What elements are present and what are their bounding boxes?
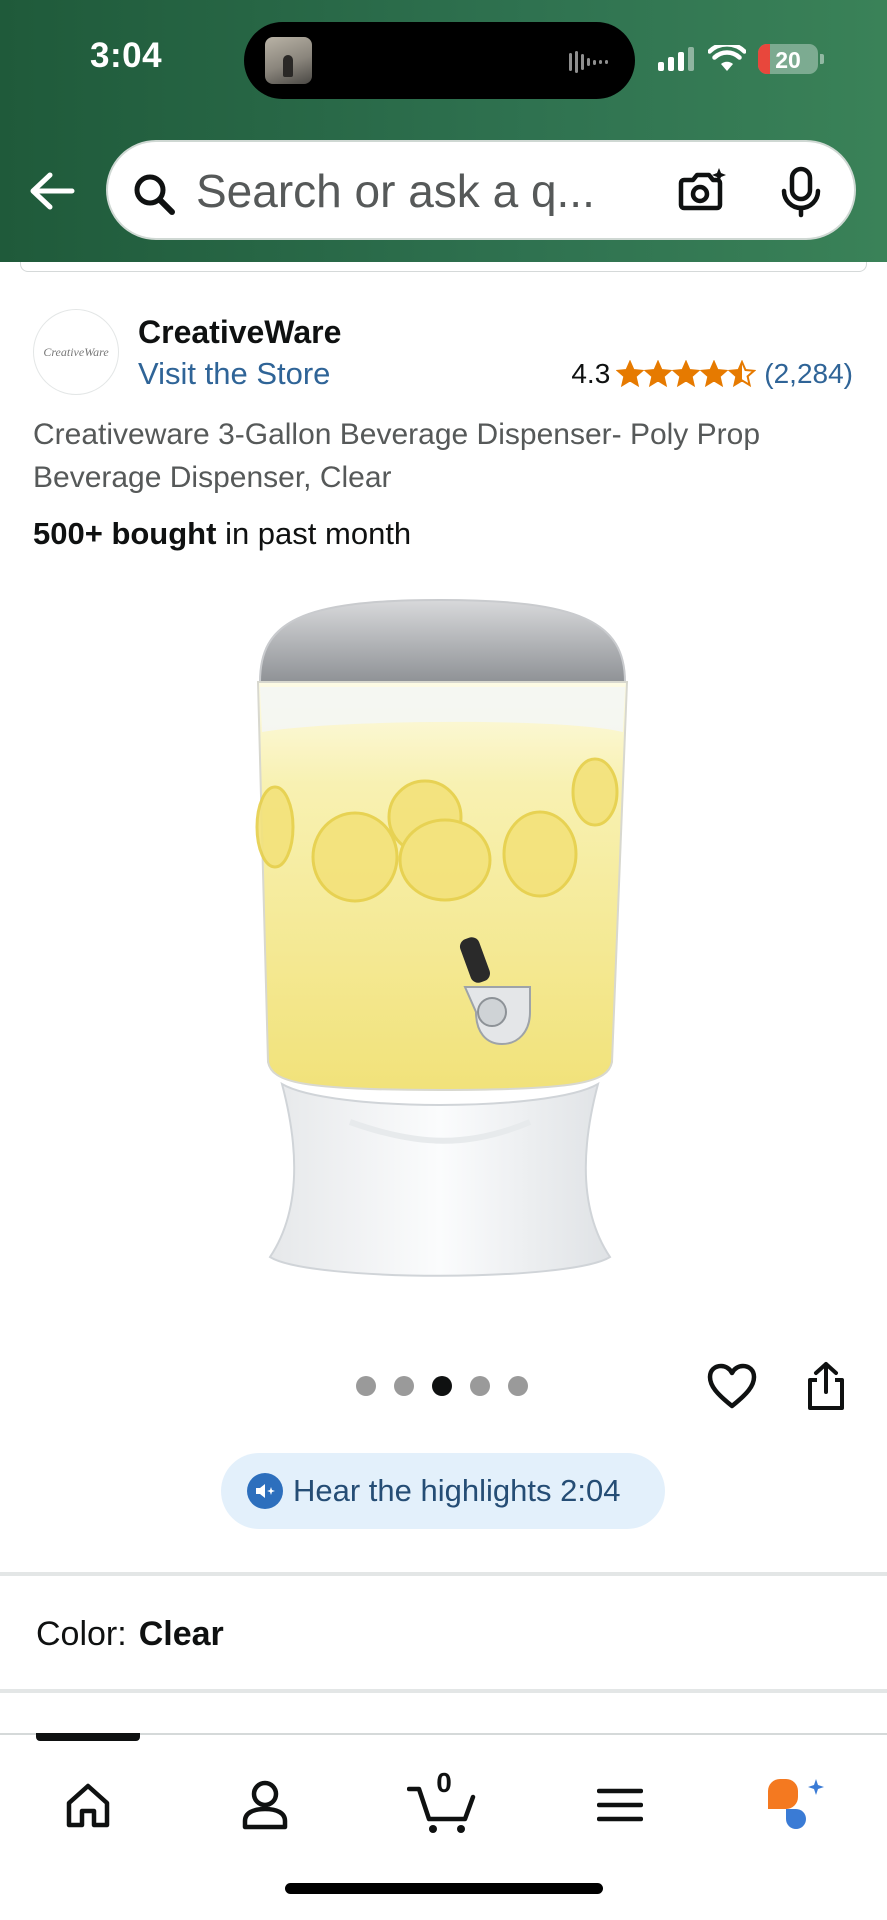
- status-time: 3:04: [90, 36, 163, 75]
- audio-waveform-icon: [569, 51, 608, 73]
- visit-store-link[interactable]: Visit the Store: [138, 356, 330, 392]
- rufus-assistant-icon: [768, 1779, 824, 1829]
- cellular-signal-icon: [658, 47, 694, 71]
- purchase-count-bold: 500+ bought: [33, 516, 217, 551]
- star-rating: [616, 360, 757, 388]
- brand-name: CreativeWare: [138, 314, 342, 350]
- microphone-icon[interactable]: [780, 166, 822, 218]
- rating-count[interactable]: (2,284): [764, 358, 853, 390]
- carousel-dot[interactable]: [432, 1376, 452, 1396]
- carousel-dot[interactable]: [508, 1376, 528, 1396]
- nav-menu[interactable]: [584, 1773, 656, 1837]
- nav-cart[interactable]: 0: [406, 1767, 478, 1837]
- carousel-dot[interactable]: [470, 1376, 490, 1396]
- section-divider: [0, 1689, 887, 1693]
- menu-icon: [597, 1788, 643, 1822]
- audio-sparkle-icon: [247, 1473, 283, 1509]
- section-divider: [0, 1572, 887, 1576]
- share-icon: [808, 1362, 844, 1410]
- search-icon: [134, 174, 175, 215]
- account-icon: [242, 1780, 288, 1830]
- hear-highlights-button[interactable]: Hear the highlights 2:04: [221, 1453, 665, 1529]
- star-icon: [616, 360, 645, 388]
- product-image[interactable]: [240, 592, 640, 1292]
- rating-value: 4.3: [571, 358, 611, 389]
- battery-icon: 20: [758, 44, 824, 74]
- carousel-dot[interactable]: [356, 1376, 376, 1396]
- color-selector[interactable]: Color: Clear: [36, 1615, 224, 1654]
- visual-search-camera-icon[interactable]: [676, 166, 728, 218]
- heart-icon: [707, 1363, 757, 1409]
- purchase-count-rest: in past month: [216, 516, 412, 551]
- collapsed-banner-edge: [20, 262, 867, 272]
- home-icon: [66, 1783, 110, 1828]
- image-carousel-dots[interactable]: [356, 1376, 528, 1396]
- hear-highlights-label: Hear the highlights 2:04: [293, 1473, 621, 1508]
- brand-logo[interactable]: CreativeWare: [33, 309, 119, 395]
- nav-account[interactable]: [229, 1773, 301, 1837]
- star-icon: [644, 360, 673, 388]
- now-playing-thumbnail: [265, 37, 312, 84]
- battery-percent: 20: [775, 47, 801, 73]
- star-icon: [728, 360, 757, 388]
- app-header: 3:04 20: [0, 0, 887, 262]
- back-arrow-icon: [30, 172, 75, 210]
- color-label: Color:: [36, 1615, 127, 1653]
- brand-logo-wordmark: CreativeWare: [43, 344, 109, 359]
- share-button[interactable]: [798, 1358, 854, 1414]
- search-bar[interactable]: [106, 140, 856, 240]
- status-indicators: 20: [658, 44, 824, 74]
- add-to-list-button[interactable]: [704, 1358, 760, 1414]
- star-icon: [672, 360, 701, 388]
- purchase-count: 500+ bought in past month: [33, 516, 411, 552]
- nav-home[interactable]: [52, 1773, 124, 1837]
- back-button[interactable]: [24, 163, 80, 219]
- home-indicator: [285, 1883, 603, 1894]
- rating-summary[interactable]: 4.3 (2,284): [571, 358, 853, 390]
- cart-count: 0: [436, 1767, 452, 1798]
- star-icon: [700, 360, 729, 388]
- product-title: Creativeware 3-Gallon Beverage Dispenser…: [33, 418, 761, 494]
- nav-rufus[interactable]: [760, 1773, 832, 1837]
- dynamic-island[interactable]: [244, 22, 635, 99]
- color-value: Clear: [138, 1615, 224, 1653]
- carousel-dot[interactable]: [394, 1376, 414, 1396]
- active-tab-indicator: [36, 1733, 140, 1741]
- wifi-icon: [708, 45, 746, 71]
- search-input[interactable]: [196, 166, 636, 216]
